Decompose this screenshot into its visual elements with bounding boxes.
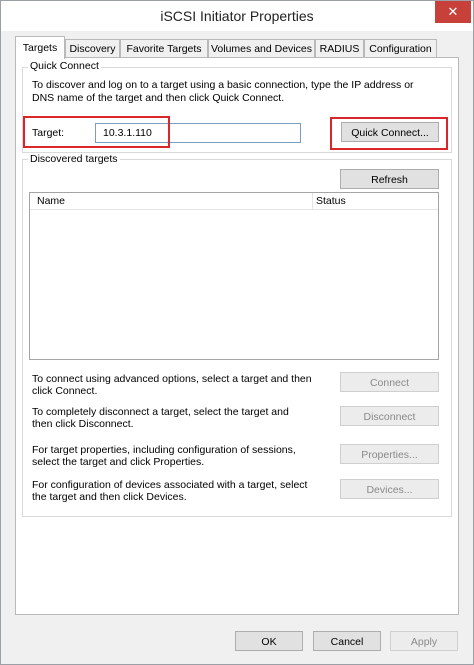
column-separator[interactable] bbox=[312, 193, 313, 209]
disconnect-description-line2: then click Disconnect. bbox=[32, 418, 134, 430]
target-highlight-box bbox=[23, 116, 170, 148]
window-title: iSCSI Initiator Properties bbox=[160, 8, 314, 24]
properties-description-line1: For target properties, including configu… bbox=[32, 444, 296, 456]
discovered-targets-group-label: Discovered targets bbox=[28, 153, 120, 165]
tab-favorite-targets-label: Favorite Targets bbox=[126, 43, 202, 55]
quick-connect-description-line2: DNS name of the target and then click Qu… bbox=[32, 92, 285, 104]
devices-button[interactable]: Devices... bbox=[340, 479, 439, 499]
apply-button[interactable]: Apply bbox=[390, 631, 458, 651]
tab-configuration-label: Configuration bbox=[369, 43, 432, 55]
tab-volumes-and-devices-label: Volumes and Devices bbox=[211, 43, 312, 55]
properties-button[interactable]: Properties... bbox=[340, 444, 439, 464]
quick-connect-description-line1: To discover and log on to a target using… bbox=[32, 79, 414, 91]
connect-description-line1: To connect using advanced options, selec… bbox=[32, 373, 312, 385]
ok-button[interactable]: OK bbox=[235, 631, 303, 651]
connect-description-line2: click Connect. bbox=[32, 385, 98, 397]
tab-targets-label: Targets bbox=[22, 42, 58, 54]
quick-connect-group-label: Quick Connect bbox=[28, 60, 101, 72]
tab-discovery-label: Discovery bbox=[69, 43, 116, 55]
tab-volumes-and-devices[interactable]: Volumes and Devices bbox=[208, 39, 315, 58]
properties-description-line2: select the target and click Properties. bbox=[32, 456, 205, 468]
devices-description-line2: the target and then click Devices. bbox=[32, 491, 187, 503]
close-button[interactable]: ✕ bbox=[435, 1, 471, 23]
tab-configuration[interactable]: Configuration bbox=[364, 39, 437, 58]
iscsi-initiator-window: iSCSI Initiator Properties ✕ Targets Dis… bbox=[0, 0, 474, 665]
tab-favorite-targets[interactable]: Favorite Targets bbox=[120, 39, 208, 58]
refresh-button[interactable]: Refresh bbox=[340, 169, 439, 189]
connect-button[interactable]: Connect bbox=[340, 372, 439, 392]
tab-radius-label: RADIUS bbox=[319, 43, 360, 55]
disconnect-button[interactable]: Disconnect bbox=[340, 406, 439, 426]
column-header-name[interactable]: Name bbox=[37, 195, 65, 207]
disconnect-description-line1: To completely disconnect a target, selec… bbox=[32, 406, 289, 418]
title-bar: iSCSI Initiator Properties ✕ bbox=[1, 1, 473, 31]
list-header: Name Status bbox=[30, 193, 438, 210]
devices-description-line1: For configuration of devices associated … bbox=[32, 479, 308, 491]
quick-connect-highlight-box bbox=[330, 117, 448, 150]
tab-radius[interactable]: RADIUS bbox=[315, 39, 364, 58]
column-header-status[interactable]: Status bbox=[316, 195, 346, 207]
close-icon: ✕ bbox=[447, 4, 459, 19]
tab-targets[interactable]: Targets bbox=[15, 36, 65, 59]
cancel-button[interactable]: Cancel bbox=[313, 631, 381, 651]
discovered-targets-list[interactable]: Name Status bbox=[29, 192, 439, 360]
tab-discovery[interactable]: Discovery bbox=[65, 39, 120, 58]
